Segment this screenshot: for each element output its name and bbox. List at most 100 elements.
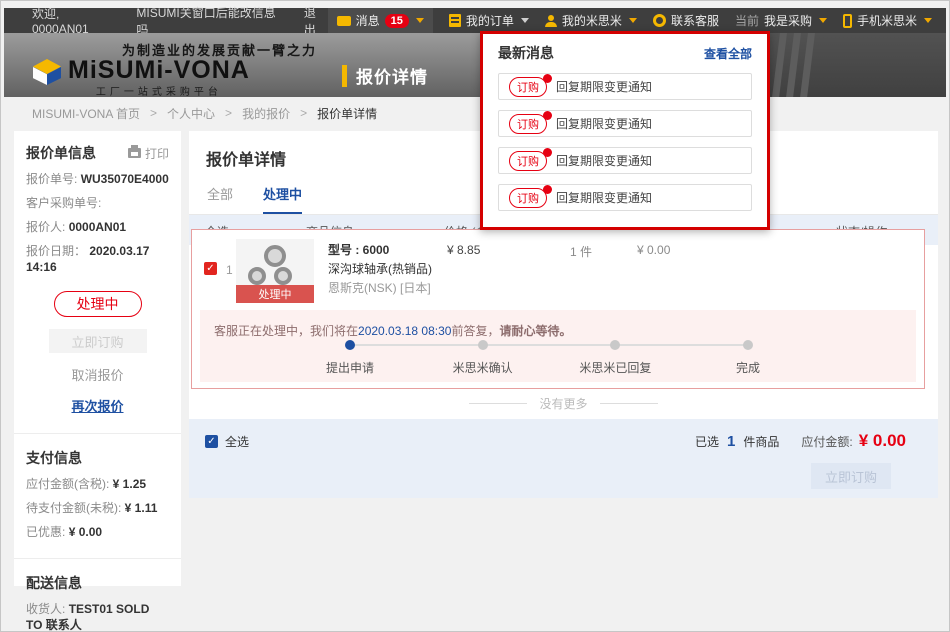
service-notice: 客服正在处理中，我们将在2020.03.18 08:30前答复，请耐心等待。 [200,310,916,339]
menu-messages[interactable]: 消息 15 [328,8,433,33]
bearing-graphic [248,267,266,285]
quoter-field: 报价人: 0000AN01 [26,219,169,235]
field-label: 客户采购单号: [26,196,101,210]
product-model[interactable]: 型号 : 6000 [328,241,432,260]
notice-wait: 请耐心等待。 [499,324,571,338]
messages-count-badge: 15 [385,14,409,28]
cancel-quote-link[interactable]: 取消报价 [26,365,169,384]
field-value: ¥ 0.00 [69,525,102,539]
tab-processing[interactable]: 处理中 [263,184,302,214]
message-item[interactable]: 订购 回复期限变更通知 [498,147,752,174]
banner-decoration [768,33,946,97]
payable-value: ¥ 0.00 [859,431,906,451]
message-text: 回复期限变更通知 [556,152,652,169]
message-item[interactable]: 订购 回复期限变更通知 [498,184,752,211]
menu-my-misumi[interactable]: 我的米思米 [545,12,637,29]
role-label: 我是采购 [764,12,812,29]
menu-current-role[interactable]: 当前 我是采购 [735,12,827,29]
quote-number-field: 报价单号: WU35070E4000 [26,171,169,187]
step-label: 完成 [736,359,760,376]
print-button[interactable]: 打印 [128,145,169,162]
order-now-button-disabled[interactable]: 立即订购 [49,329,147,353]
order-tag: 订购 [509,77,547,97]
chat-icon [337,16,351,26]
top-bar: 欢迎, 0000AN01 MISUMI关窗口后能改信息吗 退出 消息 15 我的… [4,8,946,33]
breadcrumb-my-quotes[interactable]: 我的报价 [242,105,290,122]
field-value: WU35070E4000 [81,172,169,186]
misumi-cube-icon [32,59,62,89]
requote-link[interactable]: 再次报价 [26,396,169,415]
chevron-down-icon [819,18,827,23]
view-all-link[interactable]: 查看全部 [704,45,752,62]
quote-date-field: 报价日期： 2020.03.17 14:16 [26,243,169,275]
breadcrumb-current: 报价单详情 [317,105,377,122]
message-item[interactable]: 订购 回复期限变更通知 [498,73,752,100]
breadcrumb-home[interactable]: MISUMI-VONA 首页 [32,105,140,122]
current-label: 当前 [735,12,759,29]
field-label: 待支付金额(未税): [26,501,121,515]
menu-mobile-misumi[interactable]: 手机米思米 [843,12,932,29]
message-text: 回复期限变更通知 [556,189,652,206]
delivery-info-title: 配送信息 [26,573,169,593]
field-label: 报价日期： [26,244,86,258]
bearing-graphic [274,267,292,285]
field-label: 已优惠: [26,525,65,539]
product-image[interactable]: 处理中 [236,239,314,303]
page-title: 报价详情 [356,63,428,88]
menu-my-misumi-label: 我的米思米 [562,12,622,29]
no-more-label: 没有更多 [539,395,587,412]
menu-mobile-misumi-label: 手机米思米 [857,12,917,29]
unread-dot-icon [543,185,552,194]
step-label: 米思米确认 [453,359,513,376]
phone-icon [843,14,852,28]
consignee-field: 收货人: TEST01 SOLD TO 联系人 [26,601,169,632]
breadcrumb-personal-center[interactable]: 个人中心 [167,105,215,122]
order-summary-bar: 全选 已选 1 件商品 应付金额: ¥ 0.00 立即订购 [189,419,938,498]
unread-dot-icon [543,74,552,83]
cell-price: ¥ 8.85 [447,243,480,257]
notice-mid: 前答复， [451,324,499,338]
breadcrumb-separator: > [150,106,157,120]
brand-logo[interactable]: MiSUMi-VONA 工厂一站式采购平台 [32,57,250,97]
step-label: 米思米已回复 [579,359,651,376]
footer-order-button-disabled[interactable]: 立即订购 [811,463,891,489]
chevron-down-icon [924,18,932,23]
field-label: 应付金额(含税): [26,477,109,491]
menu-my-orders-label: 我的订单 [466,12,514,29]
menu-my-orders[interactable]: 我的订单 [449,12,529,29]
bearing-graphic [264,245,286,267]
menu-contact-service[interactable]: 联系客服 [653,12,719,29]
tab-all[interactable]: 全部 [207,184,233,214]
notice-prefix: 客服正在处理中，我们将在 [214,324,358,338]
field-label: 收货人: [26,602,65,616]
progress-steps: 提出申请 米思米确认 米思米已回复 完成 [350,340,748,378]
step-dot [743,340,753,350]
quote-item-row: 1 处理中 型号 : 6000 深沟球轴承(热销品) 恩斯克(NSK) [日本]… [191,229,925,389]
welcome-text: 欢迎, 0000AN01 [32,5,118,36]
step-label: 提出申请 [326,359,374,376]
step-dot [345,340,355,350]
progress-section: 客服正在处理中，我们将在2020.03.18 08:30前答复，请耐心等待。 提… [200,310,916,382]
status-badge: 处理中 [54,291,142,317]
step-dot [478,340,488,350]
unpaid-excl-tax-field: 待支付金额(未税): ¥ 1.11 [26,500,169,516]
orders-icon [449,14,461,27]
message-item[interactable]: 订购 回复期限变更通知 [498,110,752,137]
row-checkbox[interactable] [204,262,217,275]
product-name[interactable]: 深沟球轴承(热销品) [328,260,432,279]
messages-dropdown: 最新消息 查看全部 订购 回复期限变更通知 订购 回复期限变更通知 订购 回复期… [480,31,770,230]
payment-info-title: 支付信息 [26,448,169,468]
divider [14,433,181,434]
selected-suffix: 件商品 [743,433,779,450]
progress-track [354,344,744,346]
logo-text: MiSUMi-VONA [68,56,250,84]
processing-badge: 处理中 [236,285,314,303]
chevron-down-icon [629,18,637,23]
footer-select-all-checkbox[interactable] [205,435,218,448]
person-icon [545,15,557,27]
quote-info-sidebar: 报价单信息 打印 报价单号: WU35070E4000 客户采购单号: 报价人:… [14,131,181,586]
chevron-down-icon [521,18,529,23]
discount-field: 已优惠: ¥ 0.00 [26,524,169,540]
field-value: ¥ 1.25 [113,477,146,491]
menu-messages-label: 消息 [356,12,380,29]
